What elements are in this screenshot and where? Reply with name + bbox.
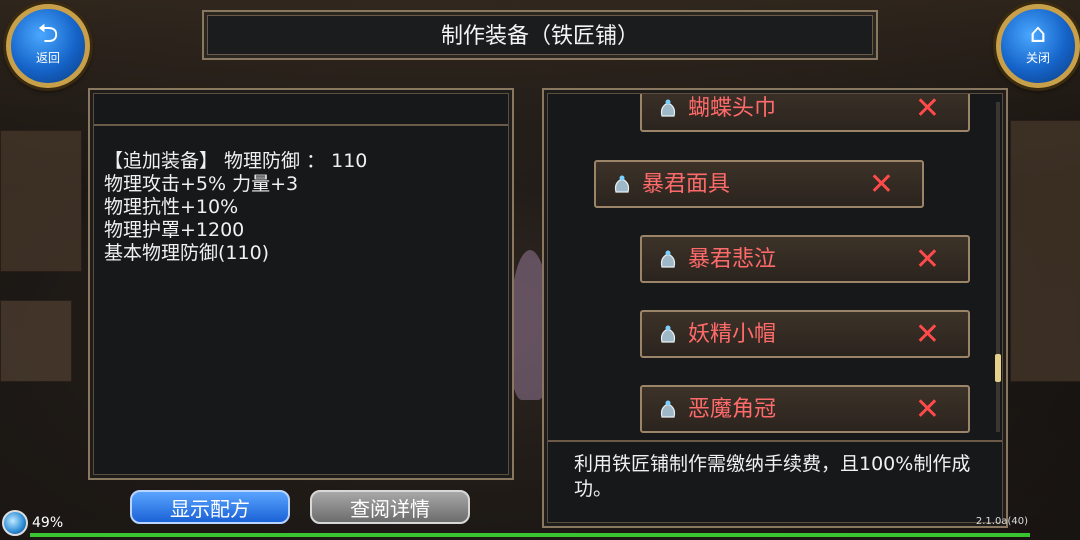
home-icon: ⌂: [1029, 19, 1047, 49]
stat-line: 物理护罩+1200: [104, 219, 245, 241]
item-name: 恶魔角冠: [688, 397, 777, 422]
item-bag-icon: [660, 99, 676, 117]
back-button[interactable]: ⮌ 返回: [6, 4, 90, 88]
item-name: 蝴蝶头巾: [688, 96, 777, 121]
item-bag-icon: [614, 175, 630, 193]
bg-crate: [0, 300, 72, 382]
back-arrow-icon: ⮌: [37, 19, 59, 49]
progress-fill: [30, 533, 1030, 537]
divider: [94, 124, 508, 126]
close-label: 关闭: [1025, 51, 1050, 65]
scrollbar-track[interactable]: [996, 102, 1000, 432]
details-panel: 【追加装备】 物理防御 ： 110 物理攻击+5% 力量+3 物理抗性+10% …: [88, 88, 514, 480]
globe-icon: [2, 510, 28, 536]
remove-x-icon[interactable]: ✕: [869, 170, 894, 200]
battery-percent: 49%: [32, 515, 64, 531]
progress-bar: [30, 533, 1030, 537]
divider: [548, 440, 1002, 442]
item-name: 暴君面具: [642, 172, 731, 197]
back-label: 返回: [35, 51, 60, 65]
stat-line: 物理攻击+5% 力量+3: [104, 173, 299, 195]
list-item[interactable]: 暴君悲泣 ✕: [640, 235, 970, 283]
bg-shelf-right: [1010, 120, 1080, 382]
close-button[interactable]: ⌂ 关闭: [996, 4, 1080, 88]
remove-x-icon[interactable]: ✕: [915, 94, 940, 124]
stat-line: 【追加装备】 物理防御 ： 110: [104, 150, 368, 172]
remove-x-icon[interactable]: ✕: [915, 395, 940, 425]
item-name: 妖精小帽: [688, 322, 777, 347]
item-bag-icon: [660, 250, 676, 268]
item-name: 暴君悲泣: [688, 247, 777, 272]
item-bag-icon: [660, 325, 676, 343]
list-item-selected[interactable]: 暴君面具 ✕: [594, 160, 924, 208]
page-title: 制作装备（铁匠铺）: [202, 10, 878, 60]
view-details-button[interactable]: 查阅详情: [310, 490, 470, 524]
remove-x-icon[interactable]: ✕: [915, 245, 940, 275]
bg-shelf: [0, 130, 82, 272]
show-recipe-button[interactable]: 显示配方: [130, 490, 290, 524]
version-label: 2.1.0a(40): [975, 516, 1028, 527]
recipe-panel: 蝴蝶头巾 ✕ 暴君面具 ✕ 暴君悲泣 ✕ 妖精小帽 ✕ 恶魔角冠 ✕ 利用铁匠铺…: [542, 88, 1008, 528]
list-item[interactable]: 蝴蝶头巾 ✕: [640, 94, 970, 132]
scrollbar-thumb[interactable]: [995, 354, 1001, 382]
list-item[interactable]: 妖精小帽 ✕: [640, 310, 970, 358]
stat-line: 基本物理防御(110): [104, 242, 270, 264]
fee-note: 利用铁匠铺制作需缴纳手续费，且100%制作成功。: [574, 453, 971, 500]
equipment-stats: 【追加装备】 物理防御 ： 110 物理攻击+5% 力量+3 物理抗性+10% …: [104, 150, 367, 265]
recipe-list[interactable]: 蝴蝶头巾 ✕ 暴君面具 ✕ 暴君悲泣 ✕ 妖精小帽 ✕ 恶魔角冠 ✕: [548, 94, 1000, 436]
item-bag-icon: [660, 400, 676, 418]
stat-line: 物理抗性+10%: [104, 196, 239, 218]
list-item[interactable]: 恶魔角冠 ✕: [640, 385, 970, 433]
remove-x-icon[interactable]: ✕: [915, 320, 940, 350]
